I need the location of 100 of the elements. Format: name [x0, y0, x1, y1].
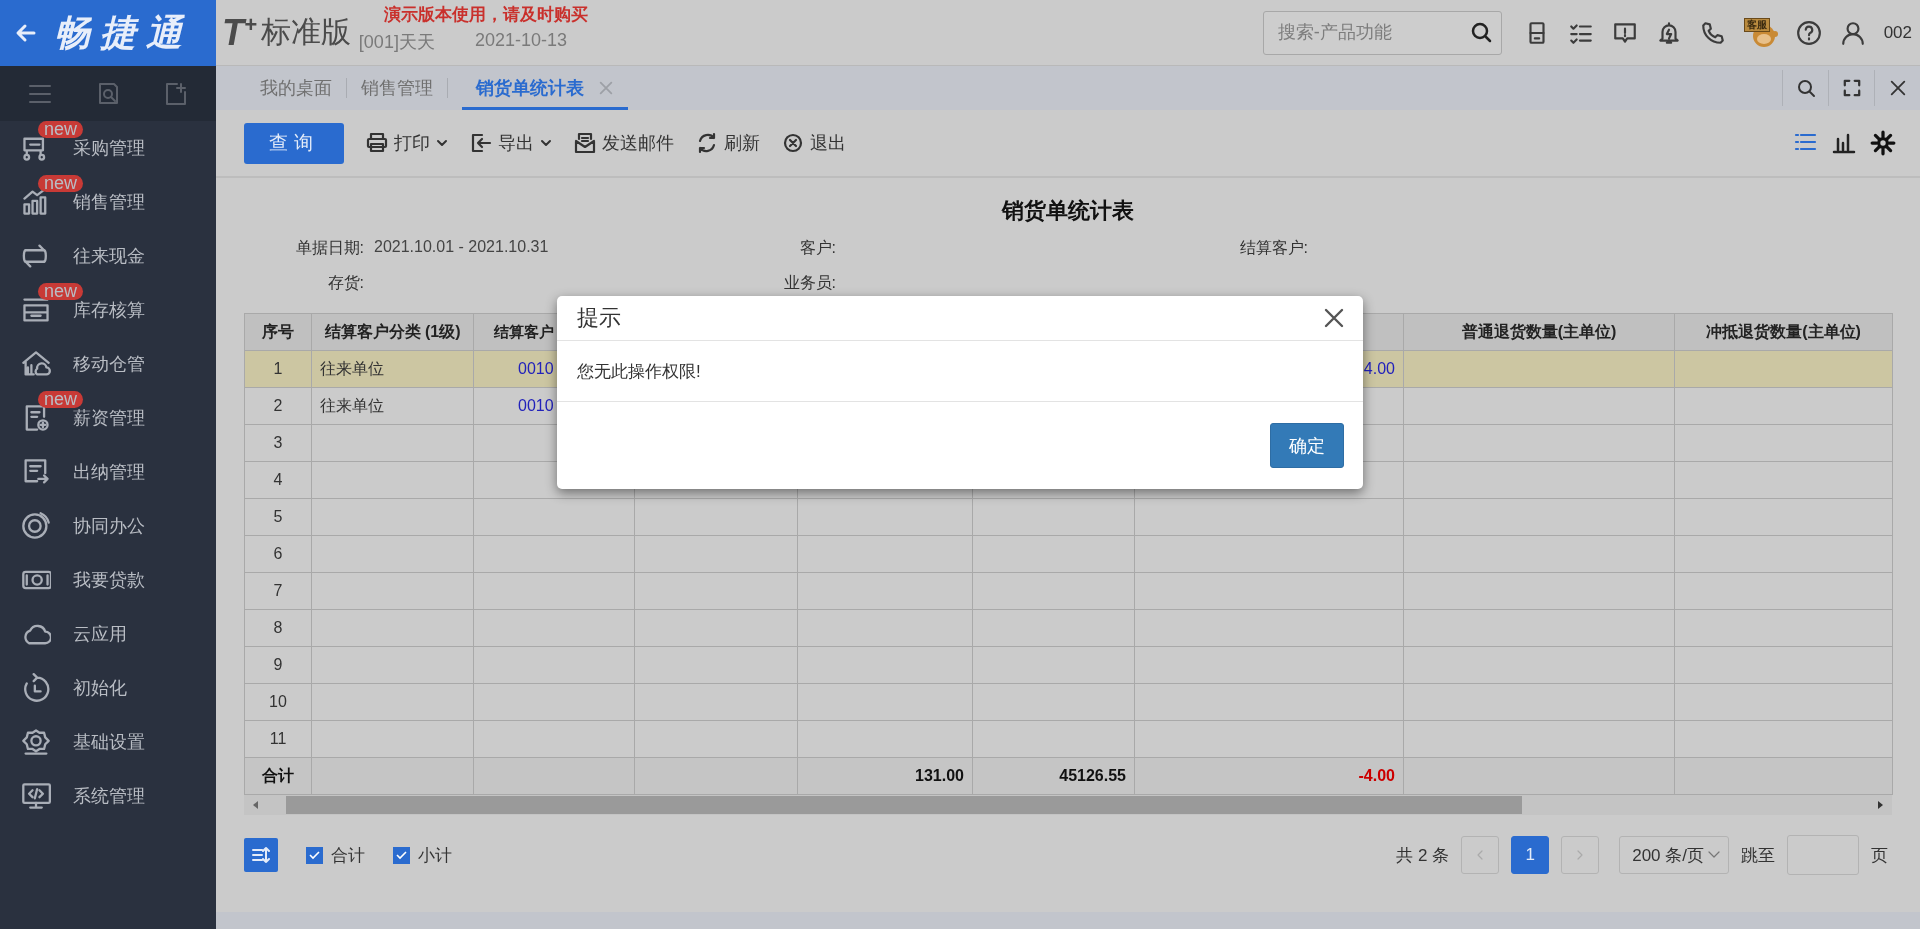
sidebar-item[interactable]: 往来现金	[73, 244, 145, 268]
page-button[interactable]: 1	[1511, 836, 1550, 874]
new-badge: new	[38, 283, 84, 300]
sidebar-item[interactable]: 协同办公	[73, 514, 145, 538]
table-cell: 1	[273, 360, 283, 377]
new-badge: new	[38, 175, 84, 192]
service-sign: 客服	[1743, 17, 1770, 32]
filter-label: 单据日期:	[294, 238, 364, 258]
checkbox[interactable]: 合计	[306, 843, 365, 867]
table-cell: 往来单位	[320, 396, 384, 414]
refresh-icon	[696, 132, 718, 154]
user-name[interactable]: 002	[1883, 22, 1912, 43]
table-cell: 4	[273, 471, 283, 488]
product-name: 标准版	[260, 14, 351, 50]
table-cell: 0010	[518, 397, 554, 414]
table-cell: 5	[273, 508, 283, 525]
column-header: 结算客户	[494, 322, 554, 340]
warehouse-icon	[21, 349, 51, 379]
filter-label: 存货:	[326, 273, 364, 293]
toolbar-button[interactable]: 导出	[470, 131, 552, 155]
table-cell: 11	[269, 730, 287, 747]
dialog-title: 提示	[577, 304, 621, 332]
filter-label: 客户:	[798, 238, 836, 258]
column-header: 普通退货数量(主单位)	[1461, 322, 1617, 340]
goto-label: 跳至	[1741, 844, 1775, 867]
user-icon	[1839, 19, 1866, 46]
login-date: 2021-10-13	[474, 30, 567, 52]
total-cell: 45126.55	[1059, 767, 1126, 784]
toolbar-button[interactable]: 刷新	[696, 131, 760, 155]
confirm-button[interactable]: 确定	[1270, 423, 1344, 468]
record-count: 共 2 条	[1396, 844, 1450, 867]
table-cell: 4.00	[1363, 360, 1395, 377]
column-header: 结算客户分类 (1级)	[324, 322, 461, 340]
sidebar-item[interactable]: 基础设置	[73, 730, 145, 754]
close-icon	[1323, 307, 1345, 329]
drawer-icon	[21, 295, 51, 325]
sidebar-item[interactable]: 薪资管理	[73, 406, 145, 430]
table-cell: 3	[273, 434, 283, 451]
new-badge: new	[38, 121, 84, 138]
search-icon	[1469, 20, 1494, 45]
phone-icon	[1699, 19, 1726, 46]
toolbar-button[interactable]: 打印	[366, 131, 448, 155]
page-input[interactable]	[1787, 835, 1859, 875]
table-cell: 10	[269, 693, 287, 710]
app-logo: 畅捷通	[54, 10, 192, 55]
table-cell: 2	[273, 397, 283, 414]
sidebar-item[interactable]: 初始化	[73, 676, 127, 700]
page-unit: 页	[1871, 844, 1888, 867]
monitor-icon	[21, 781, 51, 811]
sidebar-item[interactable]: 出纳管理	[73, 460, 145, 484]
toolbar-button[interactable]: 发送邮件	[574, 131, 674, 155]
sidebar-item[interactable]: 销售管理	[73, 190, 145, 214]
close-button[interactable]	[1323, 307, 1345, 329]
page-size-select[interactable]: 200 条/页	[1619, 836, 1729, 874]
query-button[interactable]: 查询	[244, 122, 344, 164]
check-icon	[396, 850, 407, 860]
export-icon	[470, 132, 492, 154]
search-icon	[1795, 78, 1816, 98]
column-header: 序号	[262, 322, 294, 340]
add-page-icon	[163, 80, 189, 107]
dialog-message: 您无此操作权限!	[577, 360, 701, 383]
account-name: [001]天天	[358, 31, 435, 54]
table-cell: 8	[273, 619, 283, 636]
printer-icon	[366, 132, 388, 154]
sidebar-item[interactable]: 云应用	[73, 622, 127, 646]
table-cell: 0010	[518, 360, 554, 377]
sort-icon	[250, 844, 272, 866]
horizontal-scrollbar[interactable]	[244, 795, 1892, 815]
table-cell: 9	[273, 656, 283, 673]
chart-view-button[interactable]	[1832, 131, 1856, 155]
table-cell: 往来单位	[320, 359, 384, 377]
filter-value: 2021.10.01 - 2021.10.31	[374, 238, 549, 257]
column-sort-button[interactable]	[244, 838, 278, 872]
column-header: 冲抵退货数量(主单位)	[1706, 322, 1861, 340]
search-field[interactable]: 搜索-产品功能	[1262, 10, 1502, 55]
check-icon	[309, 850, 320, 860]
checkbox[interactable]: 小计	[393, 843, 452, 867]
refresh-icon	[21, 673, 51, 703]
sidebar-item[interactable]: 移动仓管	[73, 352, 145, 376]
gear-icon	[21, 727, 51, 757]
help-icon	[1795, 19, 1822, 46]
fullscreen-icon	[1842, 79, 1861, 97]
toolbar-button[interactable]: 退出	[782, 131, 846, 155]
filter-label: 结算客户:	[1238, 238, 1308, 258]
total-label: 合计	[262, 766, 294, 784]
target-icon	[21, 511, 51, 541]
cancel-icon	[782, 132, 804, 154]
table-cell: 6	[273, 545, 283, 562]
total-cell: 131.00	[915, 767, 964, 784]
report-title: 销货单统计表	[1000, 197, 1135, 225]
sidebar-item[interactable]: 采购管理	[73, 136, 145, 160]
sidebar-item[interactable]: 我要贷款	[73, 568, 145, 592]
table-cell: 7	[273, 582, 283, 599]
product-mark: T$^{+}$	[222, 11, 257, 54]
bar-chart-icon	[1832, 131, 1856, 155]
mail-icon	[574, 132, 596, 154]
filter-label: 业务员:	[782, 273, 836, 293]
sidebar-item[interactable]: 系统管理	[73, 784, 145, 808]
sidebar-item[interactable]: 库存核算	[73, 298, 145, 322]
close-icon	[1888, 79, 1907, 97]
